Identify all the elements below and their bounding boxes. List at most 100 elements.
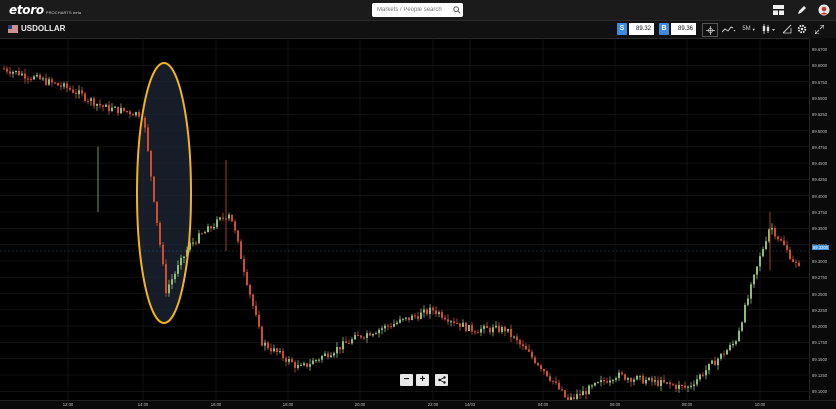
candle-body [312, 360, 314, 365]
candle-body [213, 227, 215, 229]
candle-body [711, 360, 713, 364]
candle-body [180, 257, 182, 266]
candle-body [126, 110, 128, 112]
candle-body [273, 348, 275, 352]
price-axis-label: 89.1500 [812, 356, 828, 362]
zoom-out-button[interactable]: − [400, 374, 413, 386]
candle-body [243, 258, 245, 272]
candle-body [24, 73, 26, 79]
price-axis-label: 89.1750 [812, 340, 828, 346]
candle-body [306, 363, 308, 367]
candle-body [240, 241, 242, 259]
candle-body [435, 310, 437, 314]
time-axis-label: 12:00 [62, 402, 74, 407]
buy-price[interactable]: 89.36 [671, 23, 696, 35]
candle-body [318, 359, 320, 361]
candle-body [681, 384, 683, 386]
candle-body [279, 351, 281, 353]
candle-body [387, 325, 389, 327]
candle-body [414, 315, 416, 317]
expand-icon[interactable] [813, 23, 825, 35]
time-axis-label: 18:00 [282, 402, 294, 407]
etoro-logo[interactable]: etoro PROCHARTS beta [9, 3, 81, 17]
draw-tools-icon[interactable] [781, 23, 793, 35]
sell-tag[interactable]: S [617, 23, 627, 35]
price-axis-label: 89.3500 [812, 226, 828, 232]
candle-body [69, 87, 71, 90]
candle-body [9, 71, 11, 74]
candle-type-icon[interactable] [760, 23, 778, 35]
candle-body [483, 325, 485, 329]
crosshair-icon[interactable] [702, 23, 718, 37]
candle-body [408, 317, 410, 321]
candle-body [369, 333, 371, 336]
candle-body [753, 274, 755, 285]
candle-body [558, 382, 560, 390]
candle-body [390, 326, 392, 328]
buy-tag[interactable]: B [659, 23, 669, 35]
candle-body [411, 315, 413, 321]
candle-body [384, 325, 386, 329]
indicators-icon[interactable] [720, 23, 738, 35]
timeframe-selector[interactable]: 5M ▼ [741, 23, 757, 35]
candle-body [291, 359, 293, 363]
candle-body [27, 78, 29, 80]
candle-body [399, 319, 401, 323]
candle-body [714, 360, 716, 366]
time-axis-label: 06:00 [609, 402, 621, 407]
search-input[interactable] [372, 3, 463, 17]
candle-body [72, 89, 74, 93]
avatar[interactable] [817, 3, 831, 17]
candle-body [657, 380, 659, 386]
time-axis-label: 08:00 [681, 402, 693, 407]
sell-price[interactable]: 89.32 [629, 23, 654, 35]
candle-body [462, 322, 464, 327]
layout-icon[interactable] [771, 3, 785, 17]
candle-body [15, 70, 17, 73]
pencil-icon[interactable] [795, 3, 809, 17]
search-icon[interactable] [453, 6, 461, 14]
candle-body [117, 106, 119, 114]
candle-body [93, 98, 95, 106]
candle-body [639, 375, 641, 377]
candle-body [741, 322, 743, 331]
instrument-symbol[interactable]: USDOLLAR [21, 24, 65, 34]
price-chart[interactable] [0, 38, 809, 400]
candle-body [495, 325, 497, 328]
candle-body [345, 341, 347, 343]
candle-body [573, 397, 575, 399]
candle-body [420, 312, 422, 319]
candle-body [324, 353, 326, 356]
gear-icon[interactable] [796, 23, 808, 35]
candle-body [276, 348, 278, 353]
candle-body [663, 379, 665, 383]
candle-body [783, 240, 785, 246]
candle-body [348, 342, 350, 344]
candle-body [453, 321, 455, 323]
candle-body [516, 336, 518, 341]
candle-body [525, 345, 527, 350]
candle-body [252, 294, 254, 306]
candle-body [6, 68, 8, 72]
candle-body [705, 370, 707, 376]
candle-body [459, 323, 461, 327]
candle-body [51, 79, 53, 83]
share-icon [437, 376, 446, 384]
time-axis-label: 14/03 [464, 402, 476, 407]
candle-body [156, 201, 158, 223]
candle-body [756, 266, 758, 275]
candle-body [744, 304, 746, 323]
candle-body [702, 374, 704, 376]
candle-body [57, 82, 59, 86]
share-button[interactable] [435, 374, 448, 386]
candle-body [747, 298, 749, 305]
candle-body [96, 103, 98, 106]
candle-body [627, 378, 629, 380]
candle-body [474, 331, 476, 333]
zoom-in-button[interactable]: + [416, 374, 429, 386]
candle-body [579, 394, 581, 396]
candle-body [708, 363, 710, 371]
candle-body [426, 309, 428, 315]
time-axis-label: 16:00 [210, 402, 222, 407]
candle-body [438, 312, 440, 314]
